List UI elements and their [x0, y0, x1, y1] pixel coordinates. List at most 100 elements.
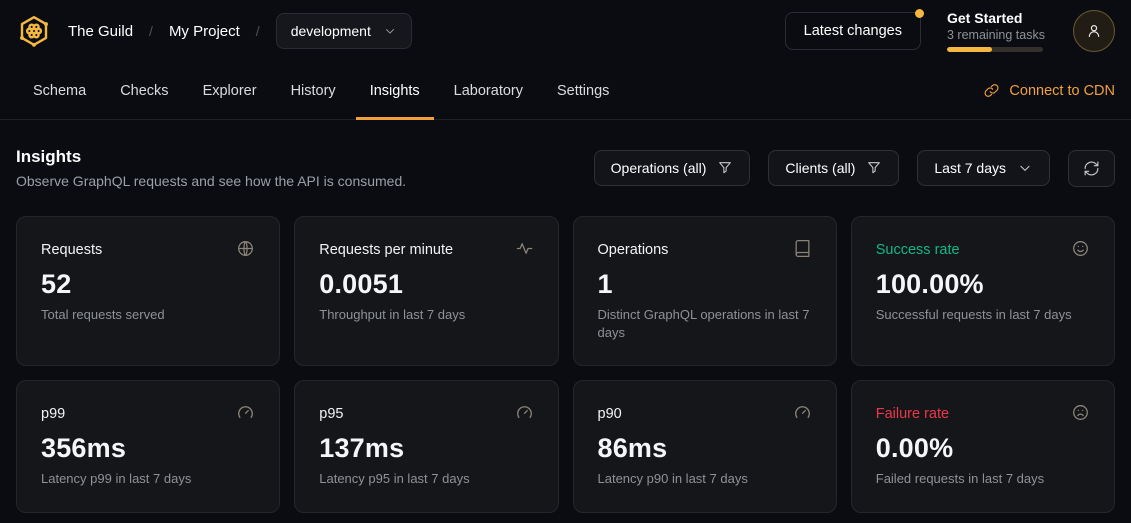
card-subtitle: Total requests served — [41, 306, 255, 324]
tab-explorer[interactable]: Explorer — [189, 62, 271, 119]
link-icon — [983, 82, 1000, 99]
tab-label: Schema — [33, 83, 86, 99]
latest-changes-button[interactable]: Latest changes — [785, 12, 921, 50]
gauge-icon — [236, 403, 255, 422]
card-title: p95 — [319, 403, 343, 422]
page-title-block: Insights Observe GraphQL requests and se… — [16, 147, 406, 189]
card-title: p90 — [598, 403, 622, 422]
stat-card-failure-rate: Failure rate 0.00% Failed requests in last… — [851, 380, 1115, 513]
person-icon — [1085, 22, 1103, 40]
stat-card-success-rate: Success rate 100.00% Successful requests i… — [851, 216, 1115, 366]
smile-icon — [1071, 239, 1090, 258]
tab-settings[interactable]: Settings — [543, 62, 623, 119]
hive-logo-icon[interactable] — [16, 13, 52, 49]
breadcrumb-project[interactable]: My Project — [169, 23, 240, 40]
tab-checks[interactable]: Checks — [106, 62, 182, 119]
connect-cdn-link[interactable]: Connect to CDN — [983, 62, 1115, 119]
get-started-subtitle: 3 remaining tasks — [947, 28, 1047, 42]
card-subtitle: Failed requests in last 7 days — [876, 470, 1090, 488]
filter-toolbar: Operations (all) Clients (all) Last 7 da… — [594, 150, 1115, 187]
tab-label: Laboratory — [454, 83, 523, 99]
card-value: 356ms — [41, 433, 255, 464]
page-header: Insights Observe GraphQL requests and se… — [16, 147, 1115, 189]
book-icon — [793, 239, 812, 258]
card-subtitle: Throughput in last 7 days — [319, 306, 533, 324]
stat-card-p99: p99 356ms Latency p99 in last 7 days — [16, 380, 280, 513]
card-title: Operations — [598, 239, 669, 258]
card-header: p95 — [319, 403, 533, 422]
breadcrumb-separator: / — [256, 23, 260, 39]
chevron-down-icon — [1017, 160, 1033, 176]
target-select-value: development — [291, 23, 371, 39]
breadcrumb-separator: / — [149, 23, 153, 39]
tab-list: Schema Checks Explorer History Insights Labor… — [16, 62, 626, 119]
card-header: Requests — [41, 239, 255, 258]
get-started-title: Get Started — [947, 10, 1047, 26]
card-title: Requests — [41, 239, 102, 258]
frown-icon — [1071, 403, 1090, 422]
latest-changes-label: Latest changes — [804, 23, 902, 39]
app-root: The Guild / My Project / development Lat… — [0, 0, 1131, 513]
operations-filter-label: Operations (all) — [611, 160, 707, 176]
operations-filter-button[interactable]: Operations (all) — [594, 150, 751, 186]
tab-label: Checks — [120, 83, 168, 99]
card-header: Failure rate — [876, 403, 1090, 422]
card-value: 137ms — [319, 433, 533, 464]
card-subtitle: Latency p99 in last 7 days — [41, 470, 255, 488]
tab-bar: Schema Checks Explorer History Insights Labor… — [0, 62, 1131, 120]
header-actions: Latest changes Get Started 3 remaining t… — [785, 10, 1115, 52]
filter-icon — [866, 160, 882, 176]
card-title: Requests per minute — [319, 239, 453, 258]
chevron-down-icon — [383, 24, 397, 38]
tab-schema[interactable]: Schema — [19, 62, 100, 119]
main-content: Insights Observe GraphQL requests and se… — [0, 120, 1131, 513]
tab-laboratory[interactable]: Laboratory — [440, 62, 537, 119]
page-title: Insights — [16, 147, 406, 167]
card-value: 100.00% — [876, 269, 1090, 300]
tab-label: History — [291, 83, 336, 99]
stat-card-operations: Operations1Distinct GraphQL operations i… — [573, 216, 837, 366]
get-started-widget[interactable]: Get Started 3 remaining tasks — [947, 10, 1047, 52]
card-header: Operations — [598, 239, 812, 258]
get-started-progress-bar — [947, 47, 1043, 52]
page-subtitle: Observe GraphQL requests and see how the… — [16, 173, 406, 189]
card-header: p90 — [598, 403, 812, 422]
card-header: Success rate — [876, 239, 1090, 258]
card-subtitle: Latency p90 in last 7 days — [598, 470, 812, 488]
stat-card-requests-per-minute: Requests per minute 0.0051 Throughput in l… — [294, 216, 558, 366]
card-value: 0.00% — [876, 433, 1090, 464]
card-header: p99 — [41, 403, 255, 422]
target-select[interactable]: development — [276, 13, 412, 49]
refresh-button[interactable] — [1068, 150, 1115, 187]
notification-dot — [915, 9, 924, 18]
tab-label: Settings — [557, 83, 609, 99]
card-value: 52 — [41, 269, 255, 300]
tab-insights[interactable]: Insights — [356, 62, 434, 119]
connect-cdn-label: Connect to CDN — [1009, 83, 1115, 99]
refresh-icon — [1083, 160, 1100, 177]
period-select-label: Last 7 days — [934, 160, 1006, 176]
gauge-icon — [793, 403, 812, 422]
stat-cards-grid: Requests52Total requests servedRequests … — [16, 216, 1115, 513]
clients-filter-button[interactable]: Clients (all) — [768, 150, 899, 186]
card-value: 1 — [598, 269, 812, 300]
card-subtitle: Successful requests in last 7 days — [876, 306, 1090, 324]
stat-card-p95: p95 137ms Latency p95 in last 7 days — [294, 380, 558, 513]
card-subtitle: Latency p95 in last 7 days — [319, 470, 533, 488]
card-title: Failure rate — [876, 403, 949, 422]
tab-history[interactable]: History — [277, 62, 350, 119]
stat-card-p90: p90 86ms Latency p90 in last 7 days — [573, 380, 837, 513]
card-title: Success rate — [876, 239, 960, 258]
card-header: Requests per minute — [319, 239, 533, 258]
stat-card-requests: Requests 52 Total requests served — [16, 216, 280, 366]
card-value: 0.0051 — [319, 269, 533, 300]
breadcrumb-org[interactable]: The Guild — [68, 23, 133, 40]
filter-icon — [717, 160, 733, 176]
tab-label: Explorer — [203, 83, 257, 99]
activity-icon — [515, 239, 534, 258]
avatar[interactable] — [1073, 10, 1115, 52]
period-select[interactable]: Last 7 days — [917, 150, 1050, 186]
clients-filter-label: Clients (all) — [785, 160, 855, 176]
card-value: 86ms — [598, 433, 812, 464]
header: The Guild / My Project / development Lat… — [0, 0, 1131, 62]
